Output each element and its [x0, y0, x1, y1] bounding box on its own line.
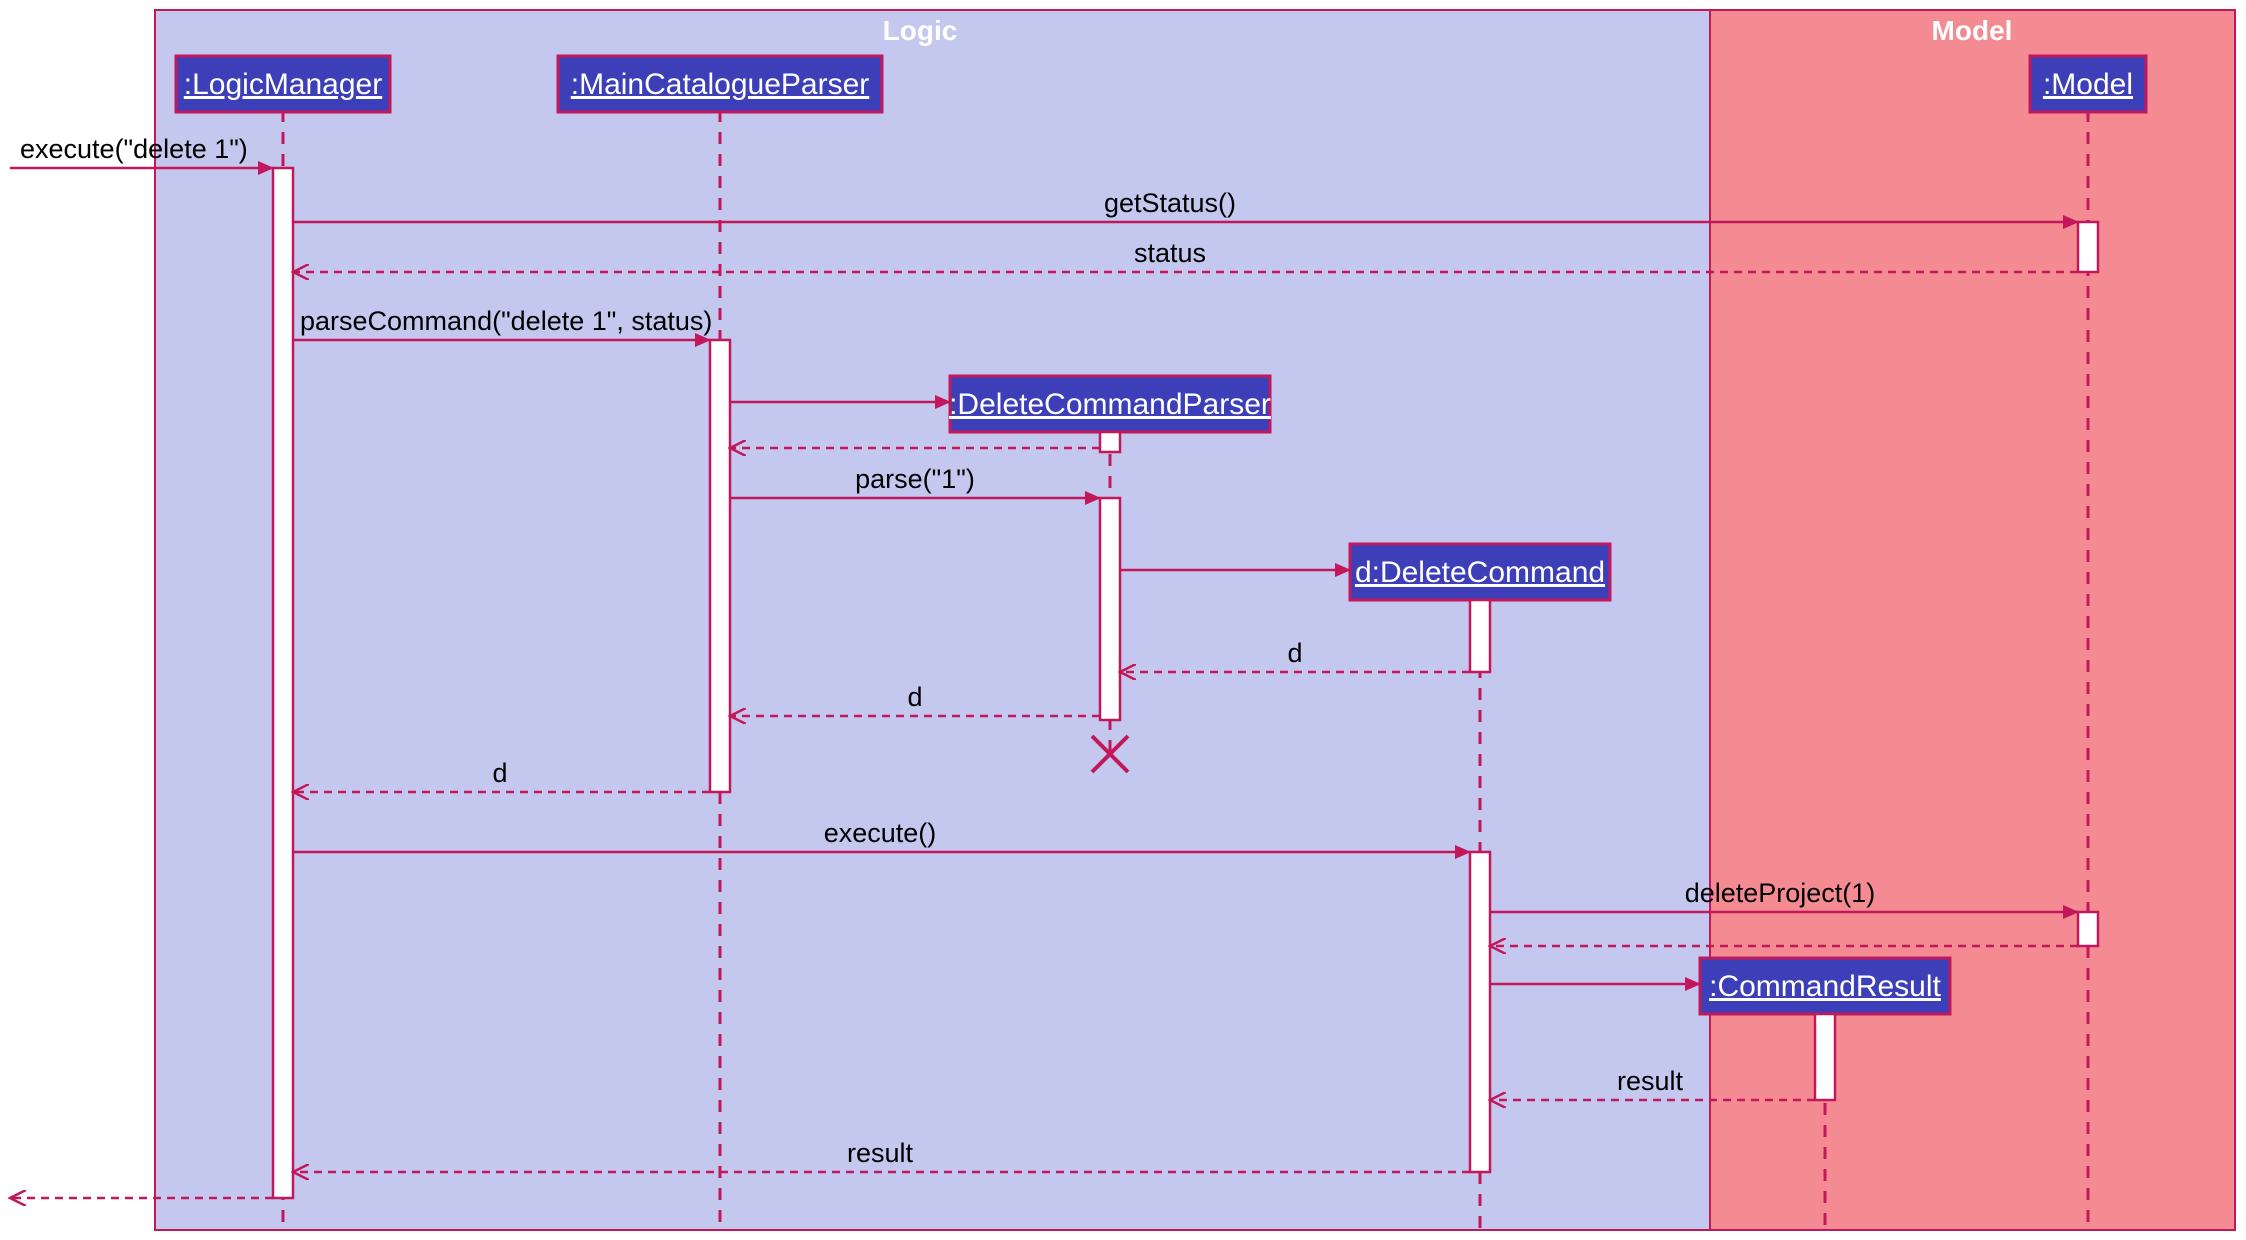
participant-deletecommandparser: :DeleteCommandParser	[949, 376, 1271, 432]
frame-model-label: Model	[1932, 15, 2013, 46]
sequence-diagram: Logic Model :LogicManager :MainCatalogue…	[0, 0, 2246, 1240]
activation-model-delete	[2078, 912, 2098, 946]
participant-maincatalogueparser: :MainCatalogueParser	[558, 56, 882, 112]
msg-getstatus-label: getStatus()	[1104, 188, 1236, 218]
activation-maincatalogueparser	[710, 340, 730, 792]
svg-text::DeleteCommandParser: :DeleteCommandParser	[949, 388, 1271, 421]
msg-status-return-label: status	[1134, 238, 1206, 268]
frame-logic-label: Logic	[883, 15, 958, 46]
activation-dc-create	[1470, 600, 1490, 672]
svg-text::LogicManager: :LogicManager	[184, 68, 382, 101]
participant-commandresult: :CommandResult	[1700, 958, 1950, 1014]
msg-result-return2-label: result	[847, 1138, 914, 1168]
activation-dcp-create	[1100, 432, 1120, 452]
msg-result-return1-label: result	[1617, 1066, 1684, 1096]
svg-text::CommandResult: :CommandResult	[1709, 970, 1941, 1003]
msg-d-return1-label: d	[1287, 638, 1302, 668]
svg-text:d:DeleteCommand: d:DeleteCommand	[1355, 556, 1605, 589]
msg-deleteproject-label: deleteProject(1)	[1685, 878, 1876, 908]
activation-commandresult	[1815, 1014, 1835, 1100]
participant-model: :Model	[2030, 56, 2146, 112]
msg-parsecommand-label: parseCommand("delete 1", status)	[300, 306, 712, 336]
msg-execute-label: execute()	[824, 818, 937, 848]
msg-d-return2-label: d	[907, 682, 922, 712]
participant-logicmanager: :LogicManager	[176, 56, 390, 112]
msg-execute-in-label: execute("delete 1")	[20, 134, 248, 164]
participant-deletecommand: d:DeleteCommand	[1350, 544, 1610, 600]
svg-text::Model: :Model	[2043, 68, 2133, 101]
activation-model-status	[2078, 222, 2098, 272]
msg-parse-label: parse("1")	[855, 464, 975, 494]
frame-model	[1710, 10, 2235, 1230]
svg-text::MainCatalogueParser: :MainCatalogueParser	[571, 68, 870, 101]
activation-logicmanager	[273, 168, 293, 1198]
activation-dc-execute	[1470, 852, 1490, 1172]
msg-d-return3-label: d	[492, 758, 507, 788]
activation-dcp-parse	[1100, 498, 1120, 720]
